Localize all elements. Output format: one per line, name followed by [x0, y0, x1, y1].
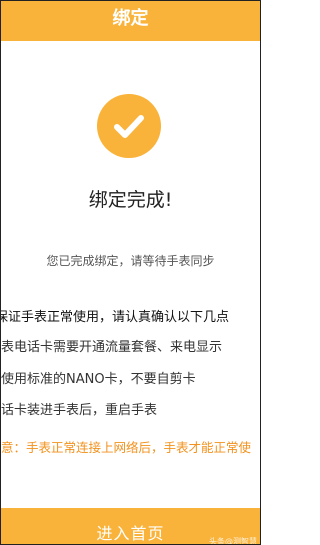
success-badge — [97, 94, 161, 158]
tip-item: 话卡装进手表后，重启手表 — [1, 403, 158, 418]
top-bar: 绑定 — [1, 1, 260, 41]
enter-home-button[interactable]: 进入首页 头条@测智慧 — [1, 508, 260, 544]
tips-lead: 保证手表正常使用，请认真确认以下几点 — [0, 310, 230, 325]
app-screen: 绑定 绑定完成! 您已完成绑定，请等待手表同步 保证手表正常使用，请认真确认以下… — [0, 0, 261, 545]
checkmark-icon — [114, 115, 144, 138]
tip-item: 使用标准的NANO卡，不要自剪卡 — [1, 372, 196, 387]
page-title: 绑定 — [112, 8, 149, 29]
watermark: 头条@测智慧 — [209, 537, 257, 545]
tip-item: 表电话卡需要开通流量套餐、来电显示 — [1, 340, 223, 355]
binding-complete-subtitle: 您已完成绑定，请等待手表同步 — [46, 254, 215, 268]
warning-note: 意：手表正常连接上网络后，手表才能正常使 — [1, 440, 252, 455]
binding-complete-title: 绑定完成! — [88, 189, 173, 211]
